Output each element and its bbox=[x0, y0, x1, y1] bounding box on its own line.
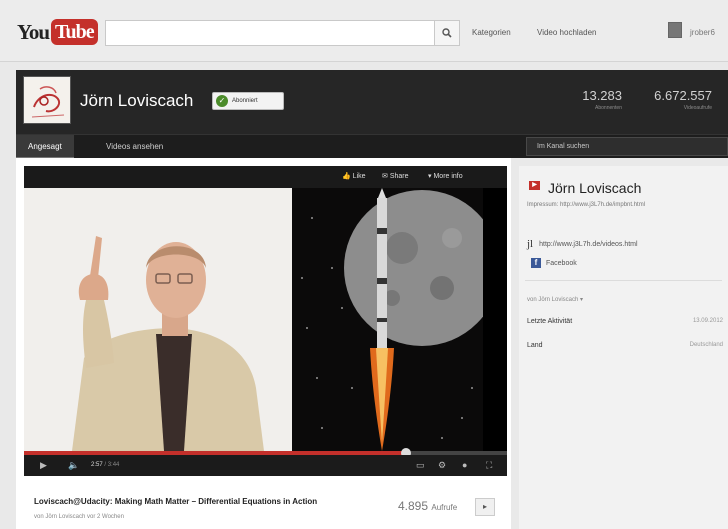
website-url[interactable]: http://www.j3L7h.de/videos.html bbox=[539, 241, 637, 248]
view-count: 4.895 Aufrufe bbox=[398, 499, 457, 513]
stat-subscribers-label: Abonnenten bbox=[595, 105, 622, 111]
nav-link-upload[interactable]: Video hochladen bbox=[537, 28, 596, 37]
search-icon bbox=[442, 28, 452, 38]
time-current: 2:57 bbox=[91, 462, 103, 468]
nav-link-categories[interactable]: Kategorien bbox=[472, 28, 511, 37]
info-row-label: Letzte Aktivität bbox=[527, 318, 573, 325]
sidebar-channel-name[interactable]: Jörn Loviscach bbox=[548, 180, 641, 196]
search-input[interactable] bbox=[105, 20, 435, 46]
time-display: 2:57 / 3:44 bbox=[91, 462, 119, 468]
time-total: / 3:44 bbox=[104, 462, 120, 468]
channel-search-input[interactable]: Im Kanal suchen bbox=[526, 137, 728, 156]
info-row-label: Land bbox=[527, 342, 543, 349]
volume-icon[interactable]: 🔈 bbox=[68, 460, 79, 471]
youtube-logo[interactable]: You Tube bbox=[17, 19, 98, 45]
video-player[interactable]: 👍 Like ✉ Share ▾ More info ▶ 🔈 2:57 / 3:… bbox=[24, 166, 507, 476]
player-top-bar: 👍 Like ✉ Share ▾ More info bbox=[24, 166, 507, 188]
info-row-value: 13.09.2012 bbox=[692, 318, 723, 324]
top-bar: You Tube Kategorien Video hochladen jrob… bbox=[0, 0, 728, 62]
video-uploader: von Jörn Loviscach vor 2 Wochen bbox=[34, 514, 124, 520]
view-count-word: Aufrufe bbox=[431, 503, 458, 512]
channel-info-panel: ▶ Jörn Loviscach Impressum: http://www.j… bbox=[519, 166, 728, 529]
facebook-icon: f bbox=[531, 258, 541, 268]
facebook-label[interactable]: Facebook bbox=[546, 260, 577, 267]
info-row-last-activity: Letzte Aktivität 13.09.2012 bbox=[527, 318, 723, 325]
stat-subscribers-value: 13.283 bbox=[582, 88, 622, 103]
rocket-moon-image bbox=[292, 188, 483, 451]
check-icon: ✓ bbox=[216, 95, 228, 107]
channel-avatar[interactable] bbox=[23, 76, 71, 124]
subscribed-label: Abonniert bbox=[232, 98, 258, 104]
stat-views-label: Videoaufrufe bbox=[683, 105, 712, 111]
fullscreen-icon[interactable]: ⛶ bbox=[486, 460, 492, 471]
from-dropdown[interactable]: von Jörn Loviscach ▾ bbox=[527, 296, 583, 303]
main-panel: 👍 Like ✉ Share ▾ More info ▶ 🔈 2:57 / 3:… bbox=[16, 158, 511, 529]
search-button[interactable] bbox=[434, 20, 460, 46]
more-info-label: More info bbox=[433, 173, 463, 180]
impressum-text: Impressum: http://www.j3L7h.de/impbnt.ht… bbox=[527, 202, 646, 208]
video-frame-presenter bbox=[24, 188, 292, 451]
user-name[interactable]: jrober6 bbox=[690, 28, 715, 37]
channel-header: Jörn Loviscach ✓ Abonniert 13.283 Abonne… bbox=[16, 70, 728, 134]
view-count-value: 4.895 bbox=[398, 499, 429, 513]
info-row-value: Deutschland bbox=[689, 342, 723, 348]
stat-subscribers: 13.283 Abonnenten bbox=[564, 88, 622, 111]
user-avatar[interactable] bbox=[668, 22, 682, 38]
like-button[interactable]: 👍 Like bbox=[342, 172, 366, 180]
channel-avatar-drawing bbox=[31, 86, 65, 118]
website-icon: jl bbox=[527, 238, 534, 250]
facebook-link[interactable]: f Facebook bbox=[531, 258, 577, 268]
channel-title: Jörn Loviscach bbox=[80, 91, 194, 110]
channel-icon: ▶ bbox=[529, 181, 540, 190]
popout-icon[interactable]: ● bbox=[462, 460, 467, 470]
player-controls: ▶ 🔈 2:57 / 3:44 ▭ ⚙ ● ⛶ bbox=[24, 455, 507, 476]
stat-views-value: 6.672.557 bbox=[654, 88, 712, 103]
website-link[interactable]: jl http://www.j3L7h.de/videos.html bbox=[527, 238, 638, 250]
share-button[interactable]: ✉ Share bbox=[382, 172, 409, 180]
like-label: Like bbox=[352, 173, 366, 180]
tab-browse-videos[interactable]: Videos ansehen bbox=[94, 135, 175, 159]
presenter-image bbox=[24, 188, 292, 451]
logo-you: You bbox=[17, 19, 50, 44]
tab-featured[interactable]: Angesagt bbox=[16, 135, 74, 159]
more-button[interactable]: ▸ bbox=[475, 498, 495, 516]
play-icon[interactable]: ▶ bbox=[40, 460, 47, 471]
stat-views: 6.672.557 Videoaufrufe bbox=[636, 88, 712, 111]
share-label: Share bbox=[389, 173, 409, 180]
logo-tube: Tube bbox=[51, 19, 98, 45]
divider bbox=[525, 280, 722, 281]
video-frame-rocket bbox=[292, 188, 483, 451]
captions-icon[interactable]: ▭ bbox=[416, 460, 425, 471]
settings-icon[interactable]: ⚙ bbox=[438, 460, 446, 471]
video-letterbox bbox=[483, 188, 507, 451]
channel-nav: Angesagt Videos ansehen Im Kanal suchen bbox=[16, 134, 728, 159]
video-title[interactable]: Loviscach@Udacity: Making Math Matter – … bbox=[34, 497, 317, 506]
subscribed-button[interactable]: ✓ Abonniert bbox=[212, 92, 284, 110]
more-info-button[interactable]: ▾ More info bbox=[428, 172, 463, 180]
info-row-country: Land Deutschland bbox=[527, 342, 723, 349]
